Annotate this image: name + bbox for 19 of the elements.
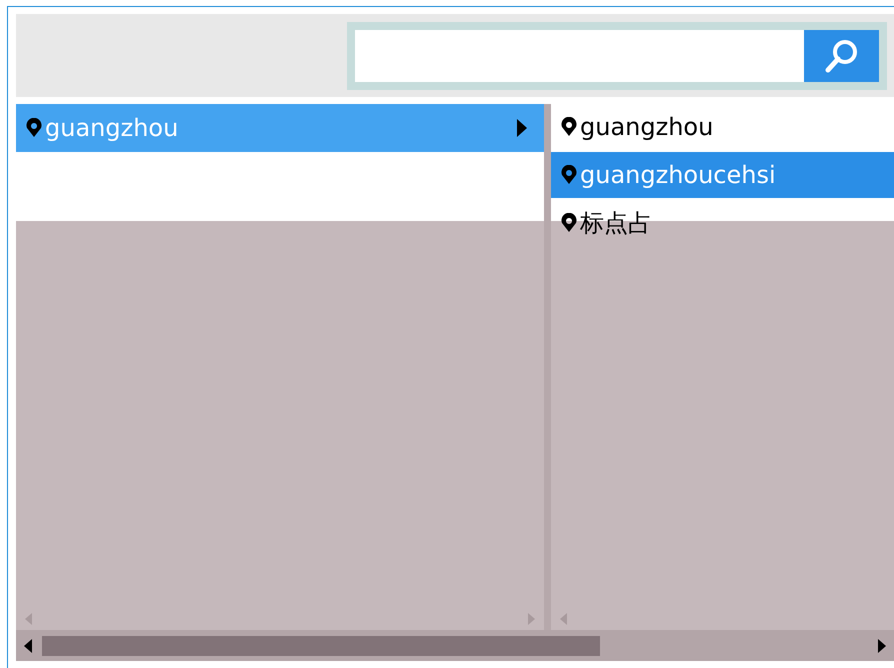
pin-icon <box>559 165 579 185</box>
search-field[interactable] <box>347 22 887 90</box>
item-label: guangzhoucehsi <box>580 161 776 189</box>
pin-icon <box>24 118 44 138</box>
item-label: guangzhou <box>45 114 178 142</box>
item-label: guangzhou <box>580 113 714 141</box>
scroll-left-icon[interactable] <box>22 638 34 654</box>
list-item[interactable]: guangzhou <box>551 104 894 150</box>
search-button[interactable] <box>804 30 879 82</box>
scroll-left-icon <box>24 612 34 626</box>
horizontal-scrollbar[interactable] <box>16 630 894 661</box>
scroll-left-icon <box>559 612 569 626</box>
item-label: 标点占 <box>580 208 652 239</box>
pin-icon <box>559 213 579 233</box>
pin-icon <box>559 117 579 137</box>
scroll-right-icon[interactable] <box>876 638 888 654</box>
scroll-right-icon <box>526 612 536 626</box>
list-item[interactable]: 标点占 <box>551 200 894 246</box>
scrollbar-thumb[interactable] <box>42 636 600 656</box>
